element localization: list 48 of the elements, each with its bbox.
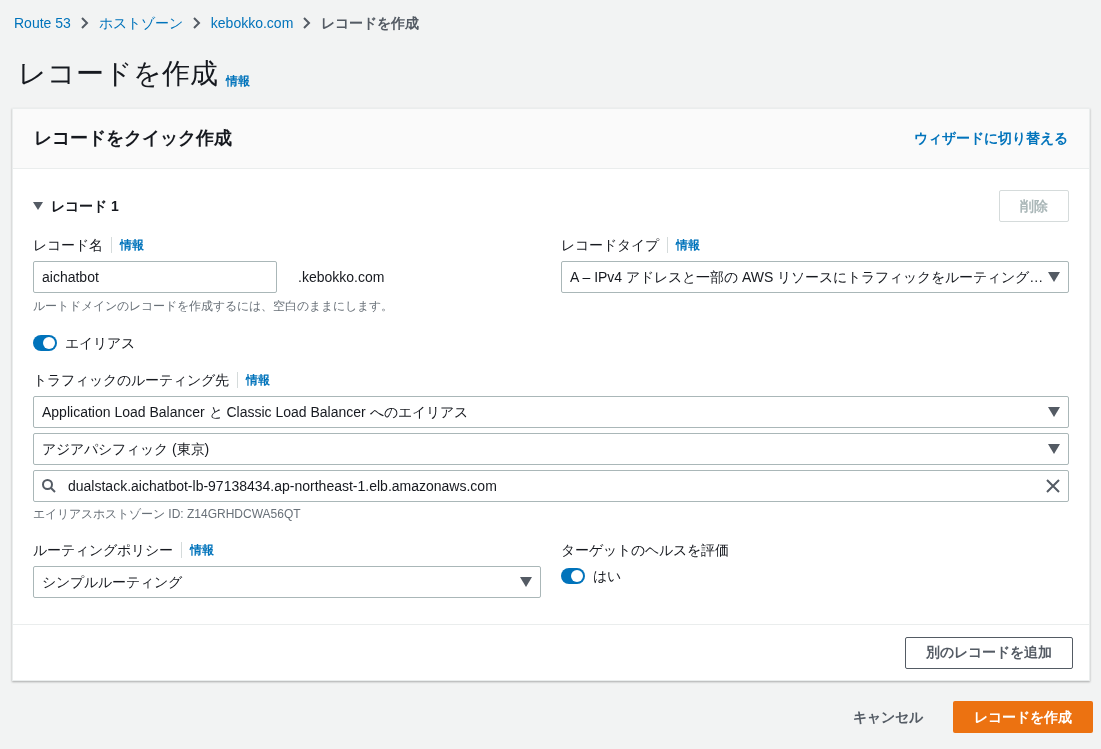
select-value: Application Load Balancer と Classic Load Balancer へのエイリアス bbox=[42, 402, 468, 422]
info-link[interactable]: 情報 bbox=[190, 541, 214, 559]
card-title: レコードをクイック作成 bbox=[34, 127, 232, 150]
add-record-button[interactable]: 別のレコードを追加 bbox=[905, 636, 1073, 669]
field-label: レコードタイプ bbox=[561, 235, 659, 255]
select-value: シンプルルーティング bbox=[42, 572, 182, 592]
domain-suffix: .kebokko.com bbox=[298, 267, 385, 287]
toggle-label: はい bbox=[593, 566, 621, 586]
field-label: ターゲットのヘルスを評価 bbox=[561, 540, 729, 560]
chevron-right-icon bbox=[80, 17, 89, 29]
switch-wizard-link[interactable]: ウィザードに切り替える bbox=[914, 128, 1068, 149]
dropdown-caret-icon bbox=[1048, 407, 1060, 417]
record-section-toggle[interactable]: レコード 1 bbox=[33, 195, 119, 217]
record-name-input[interactable]: aichatbot bbox=[33, 261, 277, 293]
breadcrumb-link[interactable]: kebokko.com bbox=[210, 12, 294, 34]
clear-icon[interactable] bbox=[1046, 479, 1060, 493]
info-link[interactable]: 情報 bbox=[246, 371, 270, 389]
dropdown-caret-icon bbox=[1048, 272, 1060, 282]
search-icon bbox=[42, 479, 56, 493]
field-label: ルーティングポリシー bbox=[33, 540, 173, 560]
select-dropdown[interactable]: アジアパシフィック (東京) bbox=[33, 433, 1069, 465]
toggle-switch[interactable] bbox=[33, 335, 57, 351]
select-value: アジアパシフィック (東京) bbox=[42, 439, 210, 459]
breadcrumb-link[interactable]: ホストゾーン bbox=[98, 12, 183, 34]
toggle-label: エイリアス bbox=[65, 333, 135, 353]
field-hint: ルートドメインのレコードを作成するには、空白のままにします。 bbox=[33, 298, 394, 315]
cancel-button[interactable]: キャンセル bbox=[833, 701, 943, 733]
field-label: トラフィックのルーティング先 bbox=[33, 370, 229, 390]
dropdown-caret-icon bbox=[520, 577, 532, 587]
breadcrumb-current: レコードを作成 bbox=[321, 13, 420, 33]
dropdown-caret-icon bbox=[1048, 444, 1060, 454]
info-link[interactable]: 情報 bbox=[676, 236, 700, 254]
info-link[interactable]: 情報 bbox=[120, 236, 144, 254]
chevron-right-icon bbox=[303, 17, 312, 29]
toggle-switch[interactable] bbox=[561, 568, 585, 584]
search-value: dualstack.aichatbot-lb-97138434.ap-northeast-1.elb.amazonaws.com bbox=[68, 476, 498, 496]
field-label: レコード名 bbox=[33, 235, 103, 255]
page-title: レコードを作成 bbox=[18, 57, 218, 91]
info-link[interactable]: 情報 bbox=[226, 72, 250, 90]
breadcrumb-link[interactable]: Route 53 bbox=[14, 12, 71, 34]
select-dropdown[interactable]: A – IPv4 アドレスと一部の AWS リソースにトラフィックをルーティング… bbox=[561, 261, 1069, 293]
select-dropdown[interactable]: Application Load Balancer と Classic Load Balancer へのエイリアス bbox=[33, 396, 1069, 428]
select-value: A – IPv4 アドレスと一部の AWS リソースにトラフィックをルーティング… bbox=[570, 267, 1044, 287]
create-record-button[interactable]: レコードを作成 bbox=[953, 701, 1093, 733]
select-dropdown[interactable]: シンプルルーティング bbox=[33, 566, 541, 598]
chevron-right-icon bbox=[192, 17, 201, 29]
field-hint: エイリアスホストゾーン ID: Z14GRHDCWA56QT bbox=[33, 506, 302, 523]
search-field[interactable]: dualstack.aichatbot-lb-97138434.ap-northeast-1.elb.amazonaws.com bbox=[33, 470, 1069, 502]
